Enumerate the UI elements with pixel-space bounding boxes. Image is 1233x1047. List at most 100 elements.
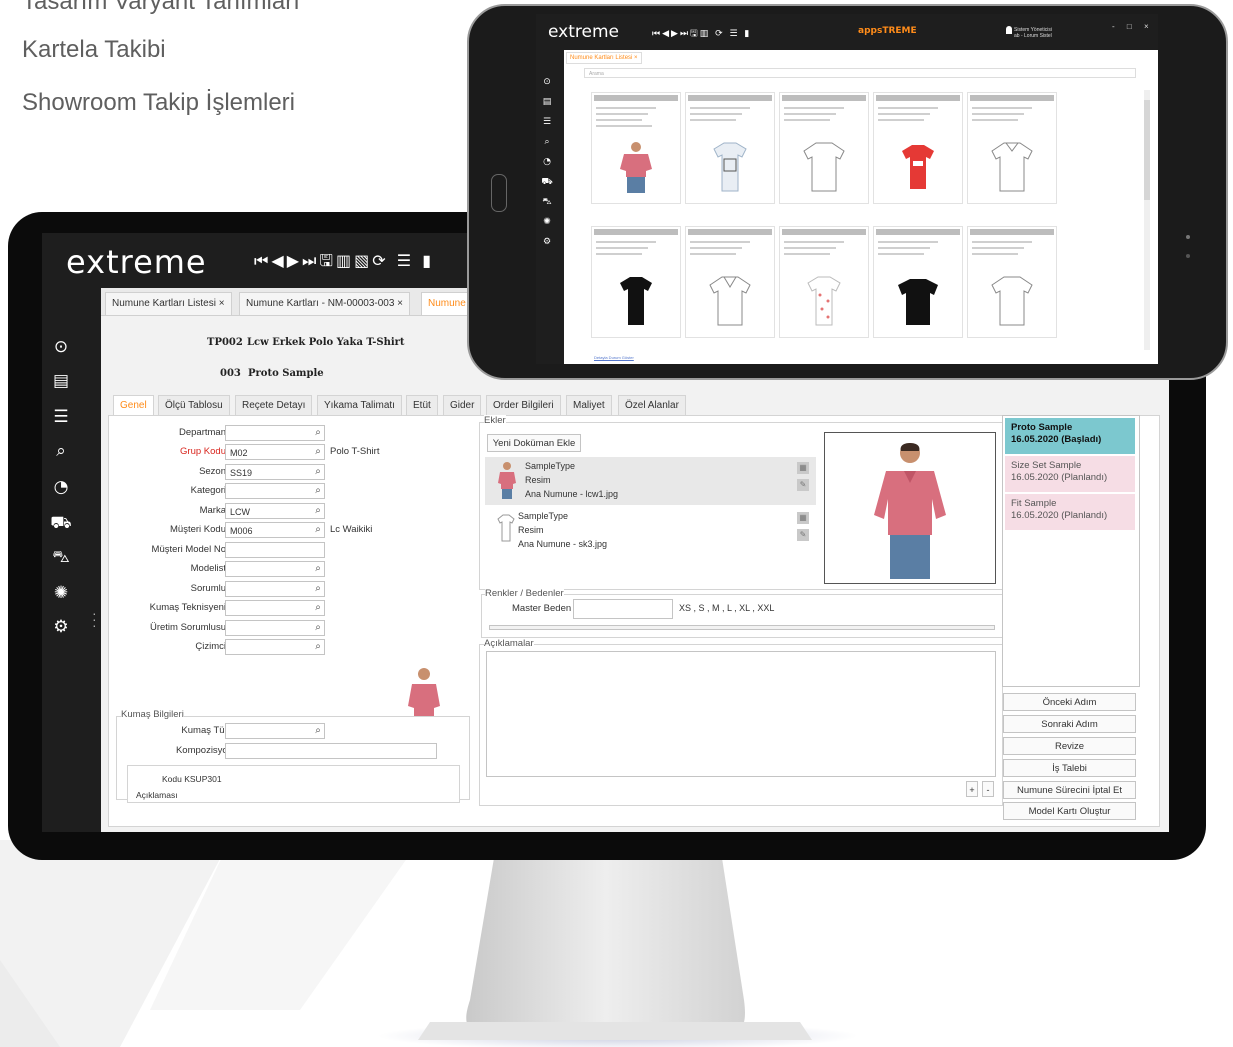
tablet-filter-panel[interactable] bbox=[568, 76, 576, 136]
subtab-recipe-detail[interactable]: Reçete Detayı bbox=[235, 395, 313, 417]
subtab-order-info[interactable]: Order Bilgileri bbox=[486, 395, 561, 417]
sidebar-collapse-handle[interactable]: · · · bbox=[92, 606, 97, 632]
network-icon[interactable]: ✺ bbox=[50, 582, 72, 604]
add-document-button[interactable]: Yeni Doküman Ekle bbox=[487, 434, 581, 452]
cancel-sample-process-button[interactable]: Numune Sürecini İptal Et bbox=[1003, 781, 1136, 799]
subtab-expense[interactable]: Gider bbox=[443, 395, 482, 417]
tablet-footer-link[interactable]: Detayla Durum Göster bbox=[594, 355, 634, 360]
pattern-maker-search-icon[interactable]: ⌕ bbox=[312, 563, 324, 575]
sample-card[interactable] bbox=[967, 226, 1057, 338]
sample-card[interactable] bbox=[873, 226, 963, 338]
fabric-technician-input[interactable] bbox=[225, 600, 325, 616]
season-input[interactable]: SS19 bbox=[225, 464, 325, 480]
cart-icon[interactable]: ⛍ bbox=[541, 196, 553, 208]
tab-sample-list[interactable]: Numune Kartları Listesi × bbox=[105, 292, 232, 315]
search-icon[interactable]: ⌕ bbox=[50, 440, 72, 462]
search-icon[interactable]: ⌕ bbox=[541, 136, 553, 148]
drafter-search-icon[interactable]: ⌕ bbox=[312, 641, 324, 653]
next-step-button[interactable]: Sonraki Adım bbox=[1003, 715, 1136, 733]
timer-icon[interactable]: ◔ bbox=[541, 156, 553, 168]
sample-card[interactable] bbox=[685, 92, 775, 204]
fabric-type-search-icon[interactable]: ⌕ bbox=[312, 725, 324, 737]
timer-icon[interactable]: ◔ bbox=[50, 476, 72, 498]
size-list: XS , S , M , L , XL , XXL bbox=[679, 603, 775, 613]
previous-step-button[interactable]: Önceki Adım bbox=[1003, 693, 1136, 711]
stage-item-active[interactable]: Proto Sample 16.05.2020 (Başladı) bbox=[1005, 418, 1135, 454]
sample-card[interactable] bbox=[591, 92, 681, 204]
customer-code-input[interactable]: M006 bbox=[225, 522, 325, 538]
composition-input[interactable] bbox=[225, 743, 437, 759]
production-manager-input[interactable] bbox=[225, 620, 325, 636]
production-manager-search-icon[interactable]: ⌕ bbox=[312, 622, 324, 634]
fabric-technician-search-icon[interactable]: ⌕ bbox=[312, 602, 324, 614]
notes-remove-button[interactable]: - bbox=[982, 781, 994, 797]
customer-code-search-icon[interactable]: ⌕ bbox=[312, 524, 324, 536]
department-search-icon[interactable]: ⌕ bbox=[312, 427, 324, 439]
subtab-custom-fields[interactable]: Özel Alanlar bbox=[618, 395, 686, 417]
pattern-maker-input[interactable] bbox=[225, 561, 325, 577]
create-model-card-button[interactable]: Model Kartı Oluştur bbox=[1003, 802, 1136, 820]
sample-card[interactable] bbox=[967, 92, 1057, 204]
notes-add-button[interactable]: + bbox=[966, 781, 978, 797]
field-label-pattern-maker: Modelist bbox=[190, 563, 226, 574]
document-icon[interactable]: ▤ bbox=[541, 96, 553, 108]
tablet-tab-sample-list[interactable]: Numune Kartları Listesi × bbox=[566, 52, 642, 64]
department-input[interactable] bbox=[225, 425, 325, 441]
gear-icon[interactable]: ⚙ bbox=[541, 236, 553, 248]
attachment-delete-icon[interactable]: ▦ bbox=[797, 512, 809, 524]
attachment-delete-icon[interactable]: ▦ bbox=[797, 462, 809, 474]
truck-icon[interactable]: ⛟ bbox=[541, 176, 553, 188]
sample-card[interactable] bbox=[873, 92, 963, 204]
attachment-edit-icon[interactable]: ✎ bbox=[797, 529, 809, 541]
brand-input[interactable]: LCW bbox=[225, 503, 325, 519]
tab-sample-current[interactable]: Numune bbox=[421, 292, 473, 315]
attachment-edit-icon[interactable]: ✎ bbox=[797, 479, 809, 491]
tablet-navigation-toolbar[interactable]: ⏮◀▶⏭🖫▥ ⟳ ☰ ▮ bbox=[652, 26, 751, 42]
attachment-item[interactable]: SampleType Resim Ana Numune - lcw1.jpg ▦… bbox=[485, 457, 816, 505]
cart-icon[interactable]: ⛍ bbox=[50, 546, 72, 568]
responsible-search-icon[interactable]: ⌕ bbox=[312, 583, 324, 595]
category-input[interactable] bbox=[225, 483, 325, 499]
subtab-cost[interactable]: Maliyet bbox=[566, 395, 612, 417]
master-size-input[interactable] bbox=[573, 599, 673, 619]
stage-item[interactable]: Fit Sample 16.05.2020 (Planlandı) bbox=[1005, 494, 1135, 530]
category-search-icon[interactable]: ⌕ bbox=[312, 485, 324, 497]
sizes-scrollbar[interactable] bbox=[489, 625, 995, 630]
subtab-size-chart[interactable]: Ölçü Tablosu bbox=[158, 395, 230, 417]
stage-item[interactable]: Size Set Sample 16.05.2020 (Planlandı) bbox=[1005, 456, 1135, 492]
attachment-item[interactable]: SampleType Resim Ana Numune - sk3.jpg ▦ … bbox=[485, 507, 816, 555]
gear-icon[interactable]: ⚙ bbox=[50, 616, 72, 638]
notes-textarea[interactable] bbox=[486, 651, 996, 777]
tab-sample-card[interactable]: Numune Kartları - NM-00003-003 × bbox=[239, 292, 411, 315]
dashboard-icon[interactable]: ⊙ bbox=[541, 76, 553, 88]
season-search-icon[interactable]: ⌕ bbox=[312, 466, 324, 478]
dashboard-icon[interactable]: ⊙ bbox=[50, 336, 72, 358]
subtab-washing-instruction[interactable]: Yıkama Talimatı bbox=[317, 395, 402, 417]
drafter-input[interactable] bbox=[225, 639, 325, 655]
tablet-scrollbar-thumb[interactable] bbox=[1144, 100, 1150, 200]
truck-icon[interactable]: ⛟ bbox=[50, 512, 72, 534]
sample-card[interactable] bbox=[779, 226, 869, 338]
customer-model-no-input[interactable] bbox=[225, 542, 325, 558]
stage-status: (Planlandı) bbox=[1061, 510, 1108, 521]
sample-card[interactable] bbox=[685, 226, 775, 338]
field-label-brand: Marka bbox=[199, 505, 226, 516]
record-navigation-toolbar[interactable]: ⏮◀▶⏭🖫▥▧⟳ ☰ ▮ bbox=[254, 250, 434, 277]
responsible-input[interactable] bbox=[225, 581, 325, 597]
list-icon[interactable]: ☰ bbox=[541, 116, 553, 128]
work-request-button[interactable]: İş Talebi bbox=[1003, 759, 1136, 777]
sample-card[interactable] bbox=[591, 226, 681, 338]
brand-search-icon[interactable]: ⌕ bbox=[312, 505, 324, 517]
window-controls[interactable]: - □ × bbox=[1112, 22, 1154, 31]
document-icon[interactable]: ▤ bbox=[50, 370, 72, 392]
group-code-search-icon[interactable]: ⌕ bbox=[312, 446, 324, 458]
network-icon[interactable]: ✺ bbox=[541, 216, 553, 228]
sample-card[interactable] bbox=[779, 92, 869, 204]
list-icon[interactable]: ☰ bbox=[50, 406, 72, 428]
subtab-study[interactable]: Etüt bbox=[406, 395, 438, 417]
fabric-type-input[interactable] bbox=[225, 723, 325, 739]
revise-button[interactable]: Revize bbox=[1003, 737, 1136, 755]
group-code-input[interactable]: M02 bbox=[225, 444, 325, 460]
tablet-search-input[interactable]: Arama bbox=[584, 68, 1136, 78]
subtab-general[interactable]: Genel bbox=[113, 395, 154, 417]
